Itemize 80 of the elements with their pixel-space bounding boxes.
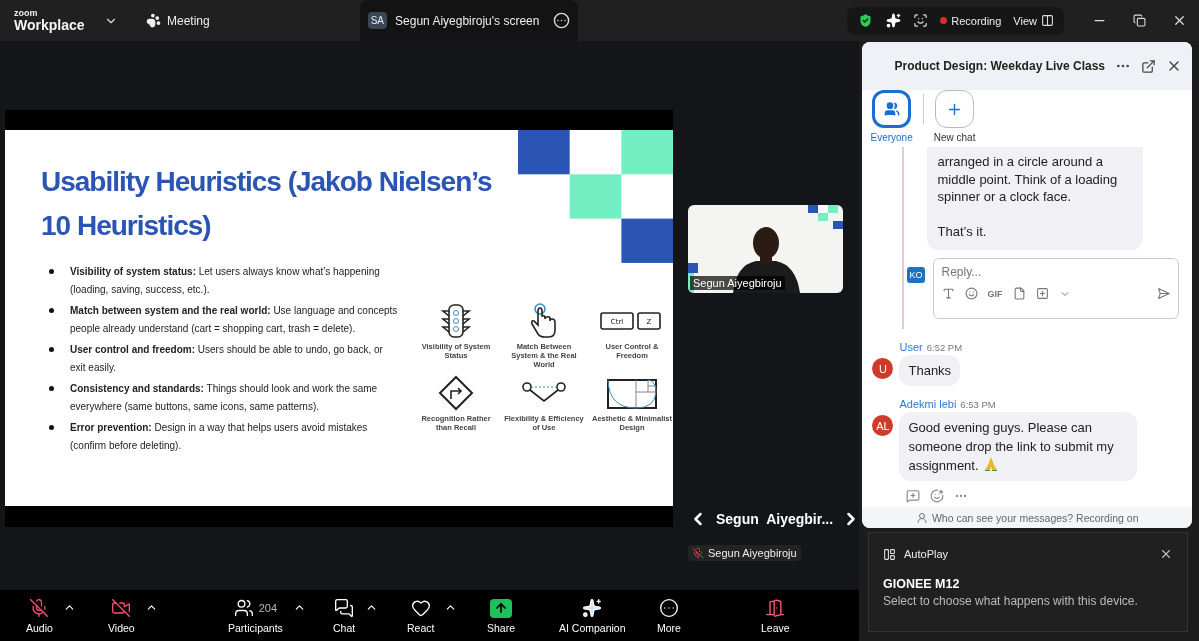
toolbar-button[interactable]: Share [487,597,516,634]
leave-button[interactable]: Leave [761,597,790,634]
autoplay-notification[interactable]: AutoPlay GIONEE M12 Select to choose what happens with this device. [868,532,1188,632]
participants-icon [233,598,254,618]
send-icon[interactable] [1156,287,1170,300]
meeting-label: Meeting [167,13,210,28]
speaker-name: Segun Aiyegbir... [716,511,834,527]
slide-title: 10 Heuristics) [41,209,211,243]
message-text: Good evening guys. Please can someone drop the link to submit my assignment. [908,420,1114,473]
user-avatar: KO [907,267,925,283]
pop-out-icon[interactable] [1141,58,1156,74]
shield-icon [857,12,875,29]
bullet-dot [49,269,54,274]
zoom-workplace-logo: zoom Workplace [14,9,86,32]
user-initials: SA [367,12,388,29]
sparkle-icon [582,598,603,618]
notification-source: AutoPlay [904,548,950,560]
toolbar-button[interactable]: React [407,597,435,634]
message-text: arranged in a circle around a middle point. Think of a loading spinner or a clock face. [937,153,1119,206]
bullet-dot [49,425,54,430]
view-layout-icon [1041,14,1054,27]
user-icon [915,511,928,524]
toolbar-button[interactable]: Video [108,597,135,634]
toolbar-button[interactable]: AI Companion [559,597,626,634]
more-icon [658,598,679,618]
notification-text: Select to choose what happens with this device. [883,594,1139,608]
message-time: 6:52 PM [926,342,963,353]
gif-button[interactable]: GIF [987,288,1003,299]
visibility-notice: Who can see your messages? Recording on [931,511,1139,524]
turn-arrow-icon [438,375,474,411]
sparkle-icon[interactable] [886,13,902,28]
text-format-icon[interactable] [941,287,955,300]
autoplay-icon [883,547,896,561]
recording-indicator: Recording [940,14,1002,27]
emoji-icon[interactable] [964,287,978,300]
leave-icon [765,598,786,618]
file-icon[interactable] [1012,287,1026,300]
message-time: 6:53 PM [960,399,996,410]
message-text: That’s it. [937,222,988,240]
share-icon [490,598,512,618]
close-icon[interactable] [1172,13,1187,28]
scan-icon[interactable] [913,13,929,28]
add-reaction-icon[interactable] [930,489,945,503]
bullet-dot [49,347,54,352]
bullet-text: User control and freedom: Users should be able to undo, go back, or exit easily. [70,343,384,375]
bullet-dot [49,308,54,313]
screenshot-icon[interactable] [1035,287,1049,300]
slide-title: Usability Heuristics (Jakob Nielsen’s [41,165,492,199]
restore-icon[interactable] [1133,13,1146,28]
reply-field[interactable]: Reply... GIF [932,258,1179,319]
heart-icon [410,598,431,618]
participant-count: 204 [258,602,278,614]
participant-name: Segun Aiyegbiroju [690,276,785,290]
more-icon[interactable] [552,12,570,29]
sender-name[interactable]: User [899,341,923,353]
view-button[interactable]: View [1013,14,1054,27]
chat-icon [334,598,355,618]
paw-icon [146,13,161,28]
tab-label: Segun Aiyegbiroju's screen [395,13,541,28]
toolbar-button[interactable]: Chat [333,597,356,634]
device-name: GIONEE M12 [883,577,961,591]
bullet-text: Error prevention: Design in a way that helps users avoid mistakes (confirm before deleting). [70,421,369,453]
sender-name[interactable]: Adekmi lebi [899,398,957,410]
traffic-light-icon [439,303,473,339]
group-icon [883,101,900,117]
participant-name: Segun Aiyegbiroju [708,547,797,559]
chat-title: Product Design: Weekday Live Class [894,59,1105,73]
screen-share-tab[interactable]: SA Segun Aiyegbiroju's screen [359,0,578,41]
close-icon[interactable] [1159,547,1173,561]
user-avatar: U [872,358,894,379]
reply-icon[interactable] [906,489,921,503]
toolbar-button[interactable]: Audio [26,597,53,634]
message-text: Thanks [908,363,952,378]
bullet-text: Visibility of system status: Let users always know what’s happening (loading, saving, success, etc.). [70,265,381,297]
toolbar-button[interactable]: 204 Participants [228,597,283,634]
bullet-text: Consistency and standards: Things should look and work the same everywhere (same buttons, same icons, same patterns). [70,382,379,414]
toolbar-button[interactable]: More [657,597,681,634]
bullet-text: Match between system and the real world: Use language and concepts people already understand (cart = shopping cart, trash = delete). [70,304,399,336]
bullet-dot [49,386,54,391]
user-avatar: AL [872,415,894,436]
